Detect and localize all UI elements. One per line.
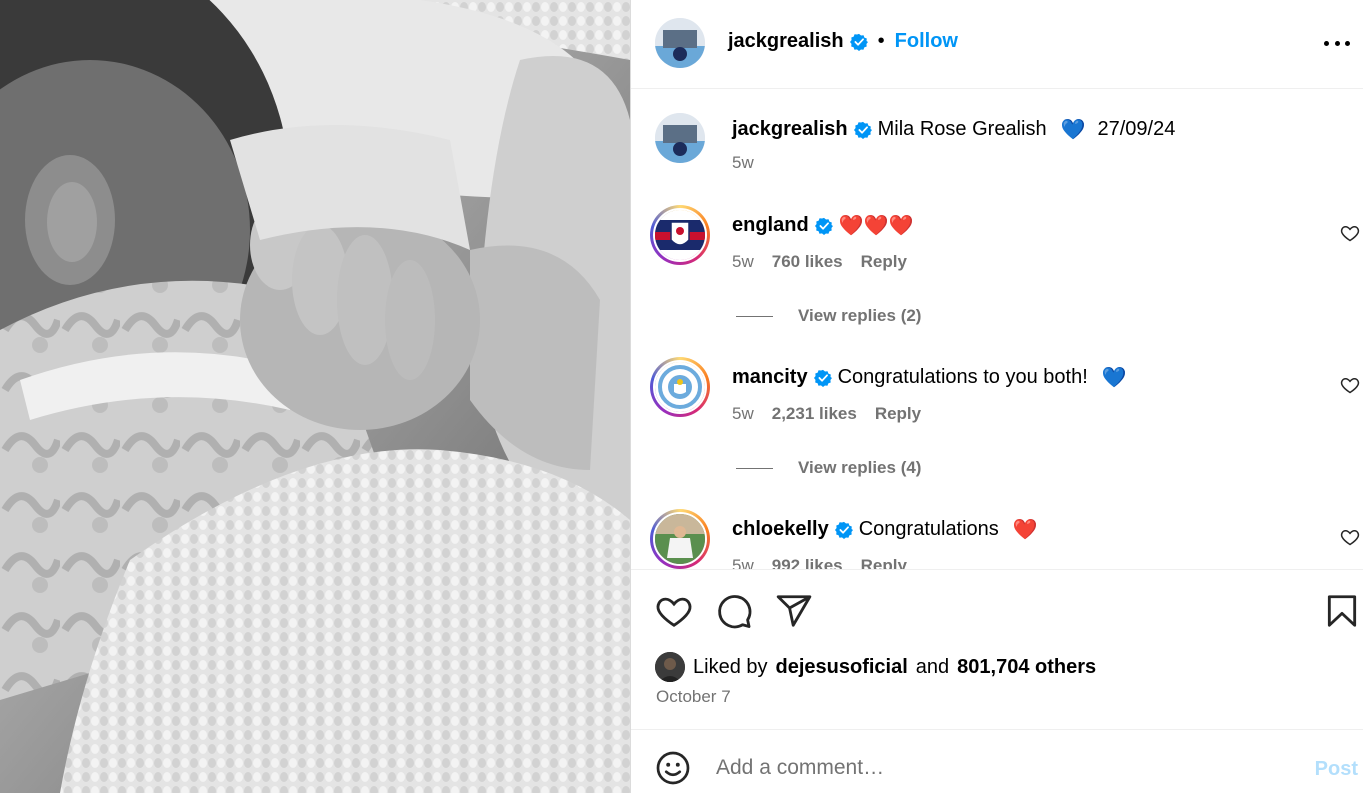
liker-avatar[interactable] [655,652,685,682]
comment-likes[interactable]: 760 likes [772,252,843,272]
liked-by-prefix: Liked by [693,655,768,678]
comment-likes[interactable]: 992 likes [772,556,843,569]
view-replies-button[interactable]: View replies (2) [736,306,921,326]
post-detail-panel: jackgrealish • Follow jackgrealish Mila … [630,0,1363,793]
post-photo [0,0,630,793]
liker-username[interactable]: dejesusoficial [776,656,908,679]
commenter-username[interactable]: england [732,214,809,237]
reply-button[interactable]: Reply [861,556,907,569]
add-comment-bar: Post [631,729,1363,793]
comment-likes[interactable]: 2,231 likes [772,404,857,424]
author-avatar[interactable] [655,18,705,68]
heart-icon[interactable] [1340,375,1360,395]
likes-others-count[interactable]: 801,704 others [957,656,1096,679]
heart-icon[interactable] [1340,527,1360,547]
comments-list[interactable]: jackgrealish Mila Rose Grealish 💙 27/09/… [631,90,1363,569]
comment-emoji: 💙 [1101,367,1127,389]
comment-text: Congratulations to you both! [837,366,1088,388]
caption-age[interactable]: 5w [732,153,754,173]
comment-age[interactable]: 5w [732,404,754,424]
comment-icon[interactable] [715,592,753,630]
reply-button[interactable]: Reply [875,404,921,424]
author-username[interactable]: jackgrealish [728,30,844,53]
post-date[interactable]: October 7 [656,687,731,707]
more-options-icon[interactable] [1324,30,1350,56]
likes-summary: Liked by dejesusoficial and 801,704 othe… [655,652,1096,682]
bookmark-icon[interactable] [1323,592,1361,630]
comment-age[interactable]: 5w [732,556,754,569]
separator-dot: • [877,30,885,52]
share-icon[interactable] [775,592,813,630]
comment-emoji: ❤️❤️❤️ [838,215,914,237]
verified-badge-icon [813,369,832,387]
verified-badge-icon [814,217,833,235]
view-replies-button[interactable]: View replies (4) [736,458,921,478]
follow-button[interactable]: Follow [895,30,958,53]
view-replies-label: View replies (2) [798,306,922,325]
post-comment-button[interactable]: Post [1315,758,1358,781]
commenter-avatar[interactable] [650,357,710,417]
emoji-icon[interactable] [655,750,691,786]
heart-icon[interactable] [655,592,693,630]
caption-date: 27/09/24 [1097,118,1176,140]
comment-age[interactable]: 5w [732,252,754,272]
post-actions: Liked by dejesusoficial and 801,704 othe… [631,569,1363,729]
author-avatar[interactable] [655,113,705,163]
commenter-username[interactable]: mancity [732,366,808,389]
blue-heart-emoji: 💙 [1060,119,1086,141]
comment-input[interactable] [716,752,1276,784]
replies-divider [736,315,773,317]
view-replies-label: View replies (4) [798,458,922,477]
commenter-avatar[interactable] [650,205,710,265]
caption-username[interactable]: jackgrealish [732,118,848,141]
caption-text: Mila Rose Grealish [877,118,1047,140]
post-header: jackgrealish • Follow [631,0,1363,89]
commenter-avatar[interactable] [650,509,710,569]
commenter-username[interactable]: chloekelly [732,518,829,541]
heart-icon[interactable] [1340,223,1360,243]
verified-badge-icon [849,33,868,51]
liked-by-and: and [915,655,950,678]
comment-text: Congratulations [858,518,999,540]
reply-button[interactable]: Reply [861,252,907,272]
replies-divider [736,467,773,469]
verified-badge-icon [834,521,853,539]
verified-badge-icon [853,121,872,139]
comment-emoji: ❤️ [1012,519,1038,541]
